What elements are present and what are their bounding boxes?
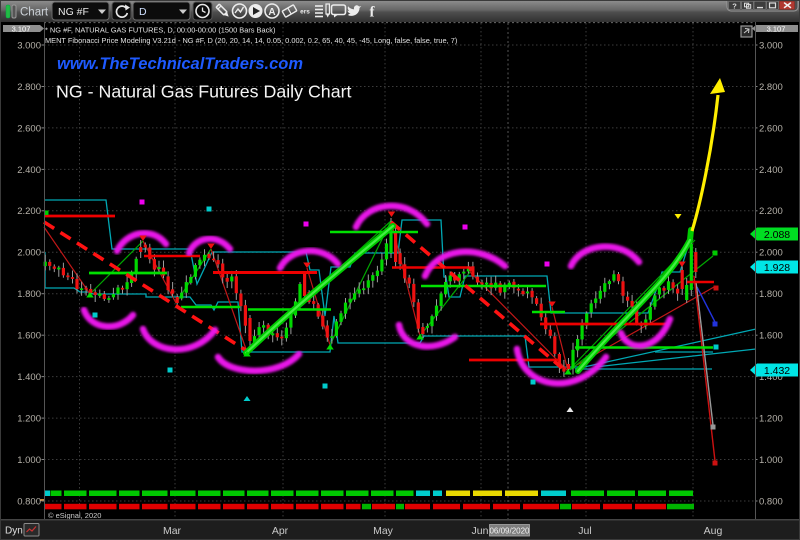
svg-text:1.800: 1.800 [17,289,41,300]
svg-text:Apr: Apr [272,525,289,537]
svg-text:www.TheTechnicalTraders.com: www.TheTechnicalTraders.com [57,55,303,73]
svg-text:D: D [139,6,147,18]
svg-text:NG - Natural Gas Futures Daily: NG - Natural Gas Futures Daily Chart [56,82,352,102]
svg-text:© eSignal, 2020: © eSignal, 2020 [48,511,101,520]
svg-text:1.600: 1.600 [17,331,41,342]
svg-text:May: May [373,525,394,537]
svg-text:2.800: 2.800 [17,82,41,93]
svg-text:2.088: 2.088 [764,229,790,241]
svg-text:Jul: Jul [578,525,591,537]
svg-text:0.800: 0.800 [17,496,41,507]
svg-text:2.400: 2.400 [759,165,783,176]
svg-text:1.600: 1.600 [759,331,783,342]
svg-text:1.800: 1.800 [759,289,783,300]
svg-text:1.000: 1.000 [759,455,783,466]
svg-text:1.200: 1.200 [759,413,783,424]
svg-text:3.107: 3.107 [12,24,31,33]
svg-text:2.600: 2.600 [17,123,41,134]
svg-text:1.400: 1.400 [17,372,41,383]
svg-text:A: A [268,7,275,18]
svg-text:0.800: 0.800 [759,496,783,507]
svg-text:3.107: 3.107 [767,24,786,33]
svg-text:2.400: 2.400 [17,165,41,176]
svg-text:Chart: Chart [20,7,49,19]
svg-text:Mar: Mar [163,525,182,537]
svg-text:Dyn: Dyn [5,526,23,537]
svg-text:ers: ers [300,9,310,16]
svg-text:2.000: 2.000 [17,248,41,259]
svg-text:1.200: 1.200 [17,413,41,424]
svg-text:2.200: 2.200 [759,206,783,217]
svg-text:3.000: 3.000 [17,40,41,51]
svg-text:1.928: 1.928 [764,262,790,274]
svg-text:1.432: 1.432 [764,365,790,377]
svg-text:NG #F: NG #F [58,6,89,18]
svg-text:Jun: Jun [472,525,489,537]
svg-text:* NG #F, NATURAL GAS FUTURES,: * NG #F, NATURAL GAS FUTURES, D, 00:00-0… [45,26,275,35]
svg-text:MENT Fibonacci Price Modeling: MENT Fibonacci Price Modeling V3.21d - N… [45,36,457,45]
svg-text:2.800: 2.800 [759,82,783,93]
svg-text:2.600: 2.600 [759,123,783,134]
svg-text:3.000: 3.000 [759,40,783,51]
svg-text:06/09/2020: 06/09/2020 [489,526,530,535]
svg-text:2.000: 2.000 [759,248,783,259]
svg-text:1.000: 1.000 [17,455,41,466]
svg-text:?: ? [732,1,737,10]
svg-text:2.200: 2.200 [17,206,41,217]
svg-text:Aug: Aug [704,525,723,537]
